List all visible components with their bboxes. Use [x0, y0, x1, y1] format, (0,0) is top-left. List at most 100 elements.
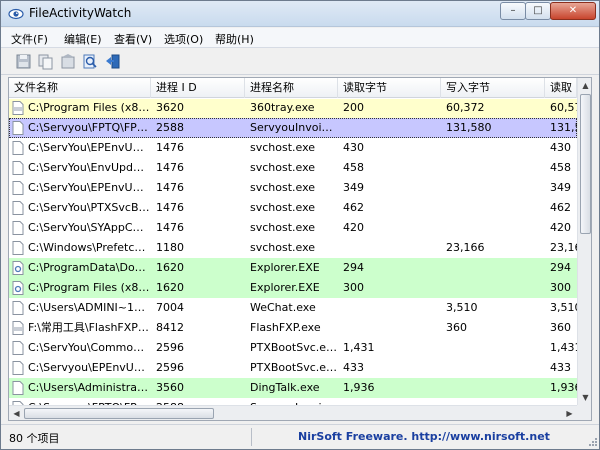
doc-icon [12, 101, 24, 115]
vertical-scroll-thumb[interactable] [580, 94, 591, 234]
cell-process-name: svchost.exe [250, 241, 316, 254]
cell-read-total: 349 [550, 181, 571, 194]
cell-read-total: 23,16 [550, 241, 577, 254]
column-read-total[interactable]: 读取 [545, 78, 577, 98]
cell-process-name: svchost.exe [250, 221, 316, 234]
cell-write-bytes [441, 358, 545, 378]
cell-process-id: 3560 [156, 381, 184, 394]
gear-file-icon [12, 281, 24, 295]
file-icon [12, 181, 24, 195]
cell-read-bytes: 349 [343, 181, 364, 194]
scroll-up-arrow-icon[interactable]: ▲ [578, 78, 591, 93]
cell-read-bytes: 458 [343, 161, 364, 174]
cell-read-total: 3,510 [550, 301, 577, 314]
cell-read-total: 420 [550, 221, 571, 234]
cell-file-name: C:\Program Files (x8… [28, 281, 150, 294]
table-row[interactable]: C:\ServYou\EPEnvU… 1476 svchost.exe 430 430 [9, 138, 577, 158]
cell-process-name: 360tray.exe [250, 101, 315, 114]
vertical-scrollbar[interactable]: ▲ ▼ [577, 78, 591, 405]
cell-read-bytes: 1,936 [343, 381, 375, 394]
cell-process-name: WeChat.exe [250, 301, 316, 314]
menu-help[interactable]: 帮助(H) [215, 31, 254, 47]
cell-process-id: 8412 [156, 321, 184, 334]
table-row[interactable]: C:\Users\ADMINI~1… 7004 WeChat.exe 3,510 3,5… [9, 298, 577, 318]
cell-file-name: C:\Windows\Prefetc… [28, 241, 146, 254]
file-icon [12, 341, 24, 355]
file-icon [12, 381, 24, 395]
table-row[interactable]: C:\ServYou\PTXSvcB… 1476 svchost.exe 462 462 [9, 198, 577, 218]
cell-file-name: C:\ProgramData\Do… [28, 261, 146, 274]
save-icon[interactable] [15, 53, 33, 70]
table-row[interactable]: C:\ProgramData\Do… 1620 Explorer.EXE 294 294 [9, 258, 577, 278]
cell-file-name: C:\Users\ADMINI~1… [28, 301, 146, 314]
column-file-name[interactable]: 文件名称 [9, 78, 151, 98]
column-read-bytes[interactable]: 读取字节 [338, 78, 441, 98]
file-icon [12, 161, 24, 175]
column-process-name[interactable]: 进程名称 [245, 78, 338, 98]
cell-process-id: 2588 [156, 121, 184, 134]
table-row[interactable]: C:\Servyou\EPEnvU… 2596 PTXBootSvc.e… 433 43… [9, 358, 577, 378]
cell-write-bytes [441, 138, 545, 158]
cell-process-name: svchost.exe [250, 201, 316, 214]
file-icon [12, 201, 24, 215]
menu-options[interactable]: 选项(O) [164, 31, 203, 47]
cell-read-bytes: 200 [343, 101, 364, 114]
nirsoft-link[interactable]: NirSoft Freeware. http://www.nirsoft.net [298, 430, 550, 443]
activity-list[interactable]: 文件名称 进程 I D 进程名称 读取字节 写入字节 读取 C:\Program… [8, 77, 592, 421]
table-row[interactable]: C:\Servyou\FPTQ\FP… 2588 ServyouInvoi… 131,… [9, 118, 577, 138]
item-count: 80 个项目 [9, 432, 60, 445]
cell-write-bytes: 3,510 [446, 301, 478, 314]
table-row[interactable]: C:\Users\Administra… 3560 DingTalk.exe 1,93… [9, 378, 577, 398]
maximize-button[interactable]: □ [525, 2, 551, 20]
cell-file-name: F:\常用工具\FlashFXP… [28, 321, 149, 334]
table-row[interactable]: C:\Windows\Prefetc… 1180 svchost.exe 23,166… [9, 238, 577, 258]
table-row[interactable]: C:\ServYou\Commo… 2596 PTXBootSvc.e… 1,431 1… [9, 338, 577, 358]
minimize-button[interactable]: – [500, 2, 526, 20]
scroll-down-arrow-icon[interactable]: ▼ [578, 390, 591, 405]
table-row[interactable]: C:\Servyou\FPTQ\FP…2588ServyouInvoi… [9, 398, 577, 405]
cell-process-name: ServyouInvoi… [245, 398, 338, 405]
scroll-right-arrow-icon[interactable]: ▶ [562, 406, 577, 420]
cell-process-name: FlashFXP.exe [250, 321, 321, 334]
cell-read-total: 458 [550, 161, 571, 174]
table-row[interactable]: C:\ServYou\EPEnvU… 1476 svchost.exe 349 349 [9, 178, 577, 198]
horizontal-scroll-thumb[interactable] [24, 408, 214, 419]
cell-file-name: C:\Servyou\FPTQ\FP… [28, 121, 148, 134]
cell-process-id: 1476 [156, 221, 184, 234]
cell-process-name: PTXBootSvc.e… [250, 361, 338, 374]
status-divider [251, 428, 252, 446]
close-button[interactable]: ✕ [550, 2, 596, 20]
cell-process-id: 2588 [151, 398, 245, 405]
cell-read-total: 131,5 [550, 121, 577, 134]
properties-icon[interactable] [59, 53, 77, 70]
cell-process-id: 1620 [156, 261, 184, 274]
title-bar[interactable]: FileActivityWatch – □ ✕ [1, 1, 599, 27]
resize-grip-icon[interactable] [586, 435, 598, 447]
cell-write-bytes: 360 [446, 321, 467, 334]
exit-icon[interactable] [104, 53, 122, 70]
find-icon[interactable] [81, 53, 99, 70]
copy-icon[interactable] [37, 53, 55, 70]
scroll-left-arrow-icon[interactable]: ◀ [9, 406, 24, 420]
menu-edit[interactable]: 编辑(E) [64, 31, 102, 47]
horizontal-scrollbar[interactable]: ◀ ▶ [9, 405, 577, 420]
cell-write-bytes [441, 158, 545, 178]
menu-view[interactable]: 查看(V) [114, 31, 152, 47]
cell-read-total: 1,936 [550, 381, 577, 394]
file-icon [12, 141, 24, 155]
column-write-bytes[interactable]: 写入字节 [441, 78, 545, 98]
table-row[interactable]: F:\常用工具\FlashFXP… 8412 FlashFXP.exe 360 360 [9, 318, 577, 338]
cell-write-bytes [441, 398, 545, 405]
cell-read-bytes [338, 238, 441, 258]
column-process-id[interactable]: 进程 I D [151, 78, 245, 98]
table-row[interactable]: C:\ServYou\SYAppC… 1476 svchost.exe 420 420 [9, 218, 577, 238]
table-row[interactable]: C:\Program Files (x8… 1620 Explorer.EXE 300… [9, 278, 577, 298]
cell-process-name: Explorer.EXE [250, 281, 320, 294]
cell-process-id: 1476 [156, 201, 184, 214]
menu-file[interactable]: 文件(F) [11, 31, 48, 47]
cell-write-bytes: 60,372 [446, 101, 485, 114]
table-row[interactable]: C:\ServYou\EnvUpd… 1476 svchost.exe 458 458 [9, 158, 577, 178]
cell-write-bytes [441, 218, 545, 238]
table-row[interactable]: C:\Program Files (x8… 3620 360tray.exe 200 6… [9, 99, 577, 118]
cell-write-bytes [441, 198, 545, 218]
